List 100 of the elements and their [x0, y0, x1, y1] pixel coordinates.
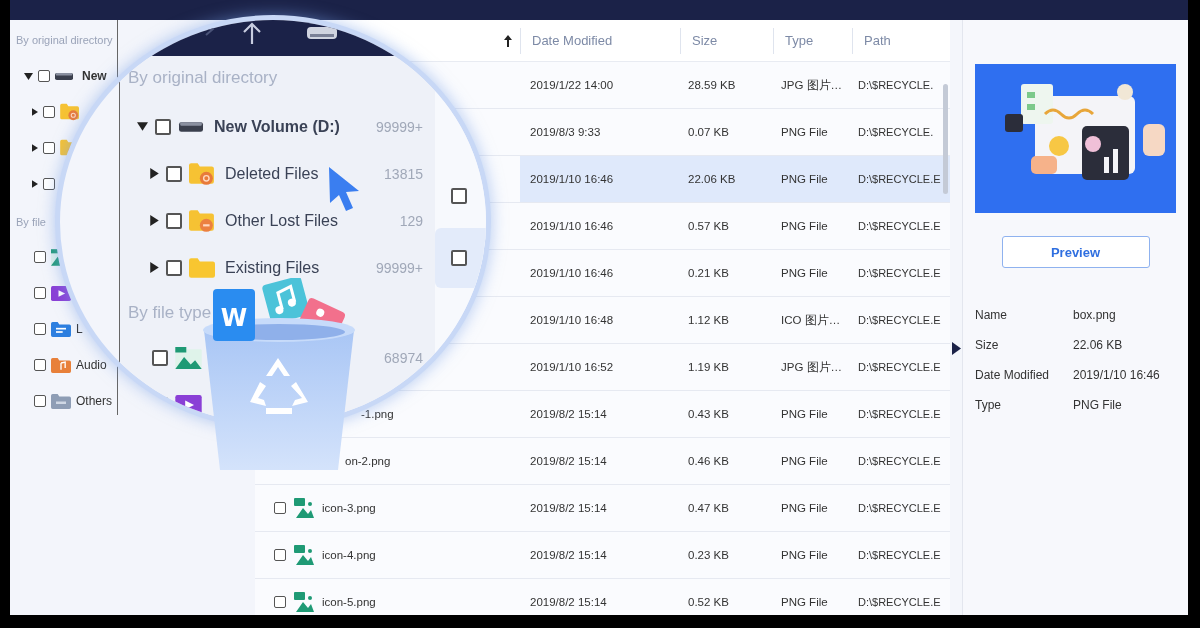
- table-row[interactable]: 2019/8/2 15:14 0.23 KB PNG File D:\$RECYCLE.E: [520, 532, 950, 579]
- table-row[interactable]: 2019/8/2 15:14 0.47 KB PNG File D:\$RECYCLE.E: [520, 485, 950, 532]
- date-cell-text: 2019/8/2 15:14: [529, 502, 608, 514]
- file-name: icon-5.png: [322, 596, 376, 608]
- collapse-triangle-icon[interactable]: [137, 122, 148, 131]
- checkbox[interactable]: [152, 349, 168, 366]
- checkbox[interactable]: [43, 106, 55, 118]
- checkbox[interactable]: [274, 502, 286, 514]
- expand-triangle-icon[interactable]: [32, 144, 38, 152]
- expand-triangle-icon[interactable]: [32, 180, 38, 188]
- pointer-cursor-icon: [327, 165, 361, 213]
- path-cell-text: D:\$RECYCLE.E: [857, 314, 942, 326]
- date-cell-text: 2019/8/2 15:14: [529, 455, 608, 467]
- detail-label: Name: [975, 308, 1008, 322]
- checkbox[interactable]: [34, 323, 46, 335]
- item-count: 99999+: [375, 259, 423, 276]
- table-row[interactable]: 2019/1/10 16:52 1.19 KB JPG 图片… D:\$RECYCLE.E: [520, 344, 950, 391]
- item-count: 99999+: [375, 118, 423, 135]
- table-row[interactable]: 2019/1/10 16:46 22.06 KB PNG File D:\$RECYCLE.E: [520, 156, 950, 203]
- checkbox[interactable]: [451, 250, 467, 266]
- size-cell-text: 22.06 KB: [687, 173, 737, 185]
- section-heading: By original directory: [16, 33, 113, 47]
- type-cell-text: PNG File: [780, 549, 829, 561]
- checkbox[interactable]: [166, 212, 182, 229]
- image-file-icon: [294, 592, 314, 612]
- type-cell-text: PNG File: [780, 408, 829, 420]
- checkbox[interactable]: [166, 165, 182, 182]
- expand-arrow-icon[interactable]: [952, 342, 961, 355]
- column-header[interactable]: Size: [680, 27, 773, 54]
- size-cell-text: 1.12 KB: [687, 314, 730, 326]
- file-name: icon-3.png: [322, 502, 376, 514]
- size-cell-text: 0.46 KB: [687, 455, 730, 467]
- detail-label: Type: [975, 398, 1002, 412]
- path-cell-text: D:\$RECYCLE.E: [857, 267, 942, 279]
- size-cell-text: 1.19 KB: [687, 361, 730, 373]
- drive-icon: [55, 71, 73, 81]
- path-cell-text: D:\$RECYCLE.: [857, 79, 935, 91]
- file-name: icon-4.png: [322, 549, 376, 561]
- table-row[interactable]: 2019/1/10 16:46 0.57 KB PNG File D:\$RECYCLE.E: [520, 203, 950, 250]
- detail-value: 2019/1/10 16:46: [1073, 368, 1161, 382]
- expand-triangle-icon[interactable]: [150, 262, 159, 273]
- tree-label[interactable]: New Volume (D:): [214, 117, 340, 136]
- date-cell-text: 2019/8/3 9:33: [529, 126, 602, 138]
- drive-icon[interactable]: [307, 26, 337, 40]
- tree-label[interactable]: New: [82, 69, 107, 83]
- image-file-icon: [294, 498, 314, 518]
- date-cell-text: 2019/1/10 16:46: [529, 267, 615, 279]
- size-cell-text: 0.07 KB: [687, 126, 730, 138]
- table-row[interactable]: 2019/1/10 16:46 0.21 KB PNG File D:\$RECYCLE.E: [520, 250, 950, 297]
- column-header[interactable]: Date Modified: [520, 27, 680, 54]
- checkbox[interactable]: [43, 142, 55, 154]
- checkbox[interactable]: [34, 251, 46, 263]
- size-cell-text: 0.23 KB: [687, 549, 730, 561]
- checkbox[interactable]: [38, 70, 50, 82]
- tree-label[interactable]: Existing Files: [225, 258, 320, 277]
- file-type-label[interactable]: Others: [76, 394, 112, 408]
- item-count: 129: [399, 212, 423, 229]
- path-cell-text: D:\$RECYCLE.E: [857, 220, 942, 232]
- preview-button[interactable]: Preview: [1001, 236, 1150, 268]
- table-row[interactable]: 2019/8/2 15:14 0.43 KB PNG File D:\$RECYCLE.E: [520, 391, 950, 438]
- type-cell-text: PNG File: [780, 173, 829, 185]
- type-cell-text: PNG File: [780, 596, 829, 608]
- type-cell-text: ICO 图片…: [780, 312, 842, 328]
- date-cell-text: 2019/1/10 16:48: [529, 314, 615, 326]
- column-header[interactable]: Type: [773, 27, 852, 54]
- expand-triangle-icon[interactable]: [150, 168, 159, 179]
- type-cell-text: JPG 图片…: [780, 77, 844, 93]
- expand-triangle-icon[interactable]: [32, 108, 38, 116]
- collapse-triangle-icon[interactable]: [24, 72, 33, 80]
- item-count: 68974: [384, 349, 423, 366]
- checkbox[interactable]: [34, 359, 46, 371]
- scrollbar[interactable]: [943, 84, 948, 194]
- checkbox[interactable]: [34, 395, 46, 407]
- checkbox[interactable]: [166, 259, 182, 276]
- checkbox[interactable]: [155, 118, 171, 135]
- table-row[interactable]: [435, 228, 486, 288]
- section-heading: By original directory: [128, 67, 278, 89]
- date-cell-text: 2019/8/2 15:14: [529, 549, 608, 561]
- checkbox[interactable]: [43, 178, 55, 190]
- tree-label[interactable]: Other Lost Files: [225, 211, 338, 230]
- type-cell-text: JPG 图片…: [780, 359, 844, 375]
- path-cell-text: D:\$RECYCLE.E: [857, 549, 942, 561]
- table-row[interactable]: 2019/8/2 15:14 0.46 KB PNG File D:\$RECYCLE.E: [520, 438, 950, 485]
- path-cell-text: D:\$RECYCLE.E: [857, 455, 942, 467]
- expand-triangle-icon[interactable]: [150, 215, 159, 226]
- path-cell-text: D:\$RECYCLE.E: [857, 502, 942, 514]
- section-heading: By file: [16, 215, 46, 229]
- drive-icon: [178, 120, 204, 133]
- checkbox[interactable]: [451, 188, 467, 204]
- tree-label[interactable]: Deleted Files: [225, 164, 319, 183]
- checkbox[interactable]: [274, 596, 286, 608]
- up-arrow-icon[interactable]: [242, 22, 262, 44]
- path-cell-text: D:\$RECYCLE.: [857, 126, 935, 138]
- sort-arrow-icon[interactable]: [504, 34, 512, 47]
- file-type-label[interactable]: Audio: [76, 358, 107, 372]
- checkbox[interactable]: [274, 549, 286, 561]
- table-row[interactable]: 2019/1/10 16:48 1.12 KB ICO 图片… D:\$RECYCLE.E: [520, 297, 950, 344]
- date-cell-text: 2019/8/2 15:14: [529, 596, 608, 608]
- checkbox[interactable]: [34, 287, 46, 299]
- file-type-label[interactable]: L: [76, 322, 83, 336]
